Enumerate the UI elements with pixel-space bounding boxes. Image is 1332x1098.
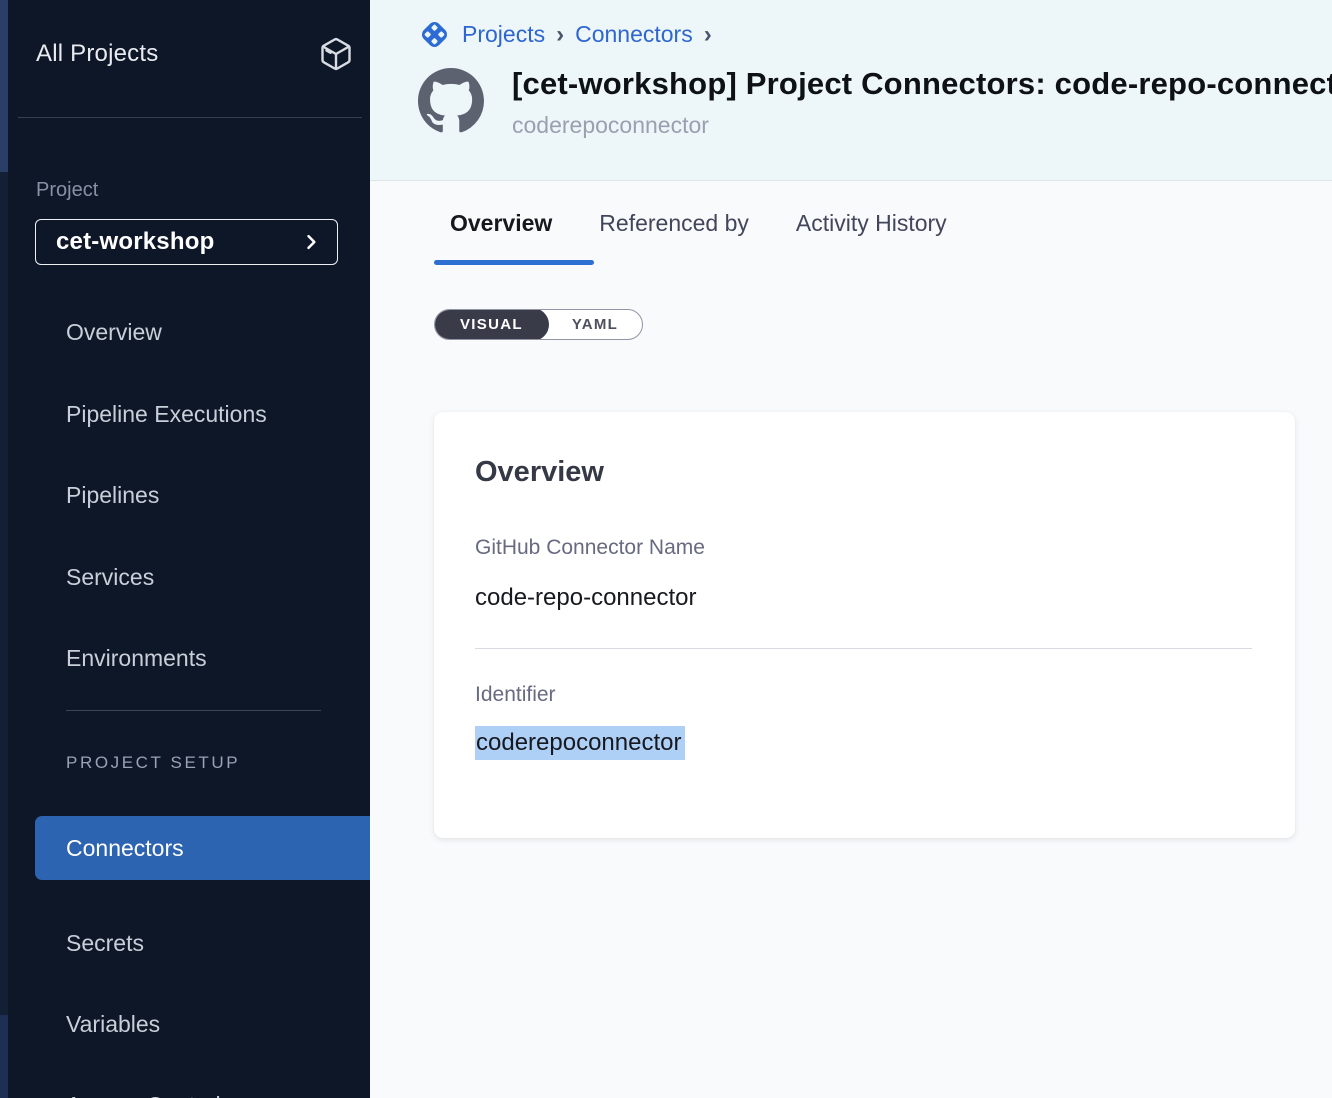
identifier-label: Identifier xyxy=(475,683,556,707)
sidebar-item-environments[interactable]: Environments xyxy=(66,645,207,672)
chevron-right-icon xyxy=(301,232,321,252)
breadcrumb-projects[interactable]: Projects xyxy=(462,21,545,48)
page-title: [cet-workshop] Project Connectors: code-… xyxy=(512,66,1332,102)
visual-yaml-toggle[interactable]: VISUAL YAML xyxy=(434,309,643,340)
breadcrumb-separator: › xyxy=(555,21,565,49)
sidebar-item-pipeline-executions[interactable]: Pipeline Executions xyxy=(66,401,267,428)
sidebar-divider-setup xyxy=(66,710,321,711)
sidebar-item-services[interactable]: Services xyxy=(66,564,154,591)
sidebar-item-connectors[interactable]: Connectors xyxy=(35,816,370,880)
package-cube-icon[interactable] xyxy=(318,36,354,72)
tab-overview[interactable]: Overview xyxy=(450,210,552,237)
tab-activity-history[interactable]: Activity History xyxy=(796,210,947,237)
breadcrumb-separator: › xyxy=(703,21,713,49)
title-row: [cet-workshop] Project Connectors: code-… xyxy=(418,66,1332,139)
left-edge-rail xyxy=(0,0,8,1098)
connector-name-label: GitHub Connector Name xyxy=(475,536,705,560)
breadcrumb-connectors[interactable]: Connectors xyxy=(575,21,693,48)
sidebar-divider-top xyxy=(18,117,362,118)
main-content: Projects › Connectors › [cet-workshop] P… xyxy=(370,0,1332,1098)
card-heading: Overview xyxy=(475,456,604,489)
sidebar-item-access-control[interactable]: Access Control xyxy=(66,1092,221,1098)
active-tab-indicator xyxy=(434,260,594,265)
project-selector[interactable]: cet-workshop xyxy=(35,219,338,265)
sidebar-item-secrets[interactable]: Secrets xyxy=(66,930,144,957)
identifier-value: coderepoconnector xyxy=(475,729,685,757)
project-name: cet-workshop xyxy=(56,228,214,256)
sidebar-item-overview[interactable]: Overview xyxy=(66,319,162,346)
rail-segment-bottom xyxy=(0,1015,8,1098)
all-projects-label[interactable]: All Projects xyxy=(36,40,158,68)
toggle-visual[interactable]: VISUAL xyxy=(434,309,549,340)
page-header: Projects › Connectors › [cet-workshop] P… xyxy=(370,0,1332,181)
toggle-yaml[interactable]: YAML xyxy=(548,309,642,340)
rail-active-segment-top xyxy=(0,0,8,172)
sidebar: All Projects Project cet-workshop Overvi… xyxy=(8,0,370,1098)
project-setup-header: PROJECT SETUP xyxy=(66,753,240,773)
card-divider xyxy=(475,648,1252,649)
project-label: Project xyxy=(36,179,98,202)
connector-name-value: code-repo-connector xyxy=(475,584,696,612)
github-octocat-icon xyxy=(418,68,484,134)
sidebar-item-pipelines[interactable]: Pipelines xyxy=(66,482,159,509)
sidebar-item-variables[interactable]: Variables xyxy=(66,1011,160,1038)
tab-referenced-by[interactable]: Referenced by xyxy=(599,210,749,237)
page-subtitle: coderepoconnector xyxy=(512,112,1332,139)
overview-card: Overview GitHub Connector Name code-repo… xyxy=(434,412,1295,838)
projects-diamond-icon xyxy=(417,17,452,52)
sidebar-item-label: Connectors xyxy=(66,835,184,862)
identifier-highlighted-text: coderepoconnector xyxy=(475,726,685,760)
breadcrumb: Projects › Connectors › xyxy=(417,17,713,52)
tab-bar: Overview Referenced by Activity History xyxy=(450,210,947,237)
